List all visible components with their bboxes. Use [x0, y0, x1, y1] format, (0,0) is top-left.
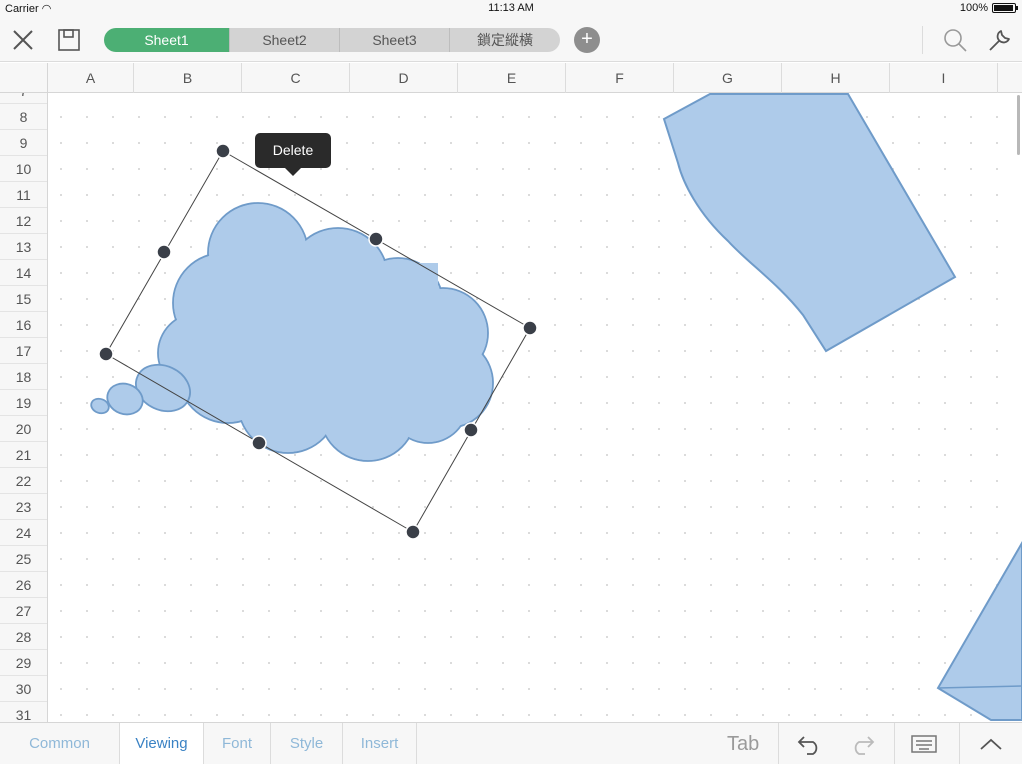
resize-handle-top[interactable]	[368, 231, 384, 247]
clock-label: 11:13 AM	[488, 2, 534, 14]
row-header-9[interactable]: 9	[0, 130, 47, 156]
row-header-18[interactable]: 18	[0, 364, 47, 390]
battery-icon	[992, 3, 1018, 13]
tab-sheet2[interactable]: Sheet2	[230, 28, 340, 52]
cloud-callout-shape[interactable]	[89, 202, 494, 462]
wrench-icon[interactable]	[985, 25, 1015, 55]
tab-sheet4[interactable]: 鎖定縱橫	[450, 28, 560, 52]
bottom-divider	[959, 723, 960, 764]
toolbar-divider	[922, 26, 923, 54]
column-header-f[interactable]: F	[566, 63, 674, 93]
redo-icon[interactable]	[847, 729, 877, 759]
undo-icon[interactable]	[795, 729, 825, 759]
tab-font[interactable]: Font	[204, 723, 271, 764]
top-toolbar: Sheet1 Sheet2 Sheet3 鎖定縱橫 +	[0, 18, 1022, 62]
resize-handle-top-left[interactable]	[215, 143, 231, 159]
row-header-26[interactable]: 26	[0, 572, 47, 598]
resize-handle-bottom-left[interactable]	[98, 346, 114, 362]
row-header-17[interactable]: 17	[0, 338, 47, 364]
tab-style[interactable]: Style	[271, 723, 343, 764]
row-header-14[interactable]: 14	[0, 260, 47, 286]
column-header-c[interactable]: C	[242, 63, 350, 93]
row-header-22[interactable]: 22	[0, 468, 47, 494]
row-header-16[interactable]: 16	[0, 312, 47, 338]
resize-handle-top-right[interactable]	[522, 320, 538, 336]
close-icon[interactable]	[8, 25, 38, 55]
tab-viewing[interactable]: Viewing	[120, 723, 204, 764]
delete-button[interactable]: Delete	[255, 133, 331, 176]
row-header-13[interactable]: 13	[0, 234, 47, 260]
row-header-12[interactable]: 12	[0, 208, 47, 234]
shapes-layer	[89, 93, 1022, 721]
row-header-28[interactable]: 28	[0, 624, 47, 650]
row-header-15[interactable]: 15	[0, 286, 47, 312]
sheet-canvas[interactable]	[48, 93, 1022, 722]
row-header-10[interactable]: 10	[0, 156, 47, 182]
column-header-a[interactable]: A	[48, 63, 134, 93]
tab-common[interactable]: Common	[0, 723, 120, 764]
freeform-shape-top[interactable]	[662, 93, 957, 353]
select-all-corner[interactable]	[0, 63, 48, 93]
status-bar: Carrier ◠ 11:13 AM 100%	[0, 0, 1022, 18]
row-header-20[interactable]: 20	[0, 416, 47, 442]
row-header-8[interactable]: 8	[0, 104, 47, 130]
row-header: 7 8 9 10 11 12 13 14 15 16 17 18 19 20 2…	[0, 93, 48, 722]
column-header-g[interactable]: G	[674, 63, 782, 93]
add-sheet-button[interactable]: +	[574, 27, 600, 53]
row-header-21[interactable]: 21	[0, 442, 47, 468]
tab-sheet1[interactable]: Sheet1	[104, 28, 230, 52]
row-header-7[interactable]: 7	[0, 93, 47, 104]
resize-handle-bottom-right[interactable]	[405, 524, 421, 540]
column-header-d[interactable]: D	[350, 63, 458, 93]
sheet-tabs: Sheet1 Sheet2 Sheet3 鎖定縱橫	[104, 28, 560, 52]
bottom-toolbar: Common Viewing Font Style Insert Tab	[0, 722, 1022, 764]
row-header-31[interactable]: 31	[0, 702, 47, 722]
chevron-up-icon[interactable]	[976, 729, 1006, 759]
row-header-24[interactable]: 24	[0, 520, 47, 546]
column-header: A B C D E F G H I	[0, 63, 1022, 93]
bottom-divider	[778, 723, 779, 764]
row-header-27[interactable]: 27	[0, 598, 47, 624]
column-header-h[interactable]: H	[782, 63, 890, 93]
row-header-30[interactable]: 30	[0, 676, 47, 702]
search-icon[interactable]	[940, 25, 970, 55]
row-header-29[interactable]: 29	[0, 650, 47, 676]
row-header-11[interactable]: 11	[0, 182, 47, 208]
column-header-e[interactable]: E	[458, 63, 566, 93]
resize-handle-bottom[interactable]	[251, 435, 267, 451]
column-header-i[interactable]: I	[890, 63, 998, 93]
freeform-shape-bottom[interactable]	[936, 541, 1022, 721]
battery-percent: 100%	[959, 2, 988, 14]
column-header-b[interactable]: B	[134, 63, 242, 93]
battery-indicator: 100%	[959, 2, 1018, 14]
row-header-25[interactable]: 25	[0, 546, 47, 572]
resize-handle-left[interactable]	[156, 244, 172, 260]
keyboard-icon[interactable]	[909, 729, 939, 759]
vertical-scrollbar[interactable]	[1017, 95, 1020, 155]
resize-handle-right[interactable]	[463, 422, 479, 438]
tab-insert[interactable]: Insert	[343, 723, 417, 764]
row-header-23[interactable]: 23	[0, 494, 47, 520]
tab-key-button[interactable]: Tab	[727, 723, 759, 764]
tab-sheet3[interactable]: Sheet3	[340, 28, 450, 52]
row-header-19[interactable]: 19	[0, 390, 47, 416]
save-icon[interactable]	[54, 25, 84, 55]
bottom-divider	[894, 723, 895, 764]
